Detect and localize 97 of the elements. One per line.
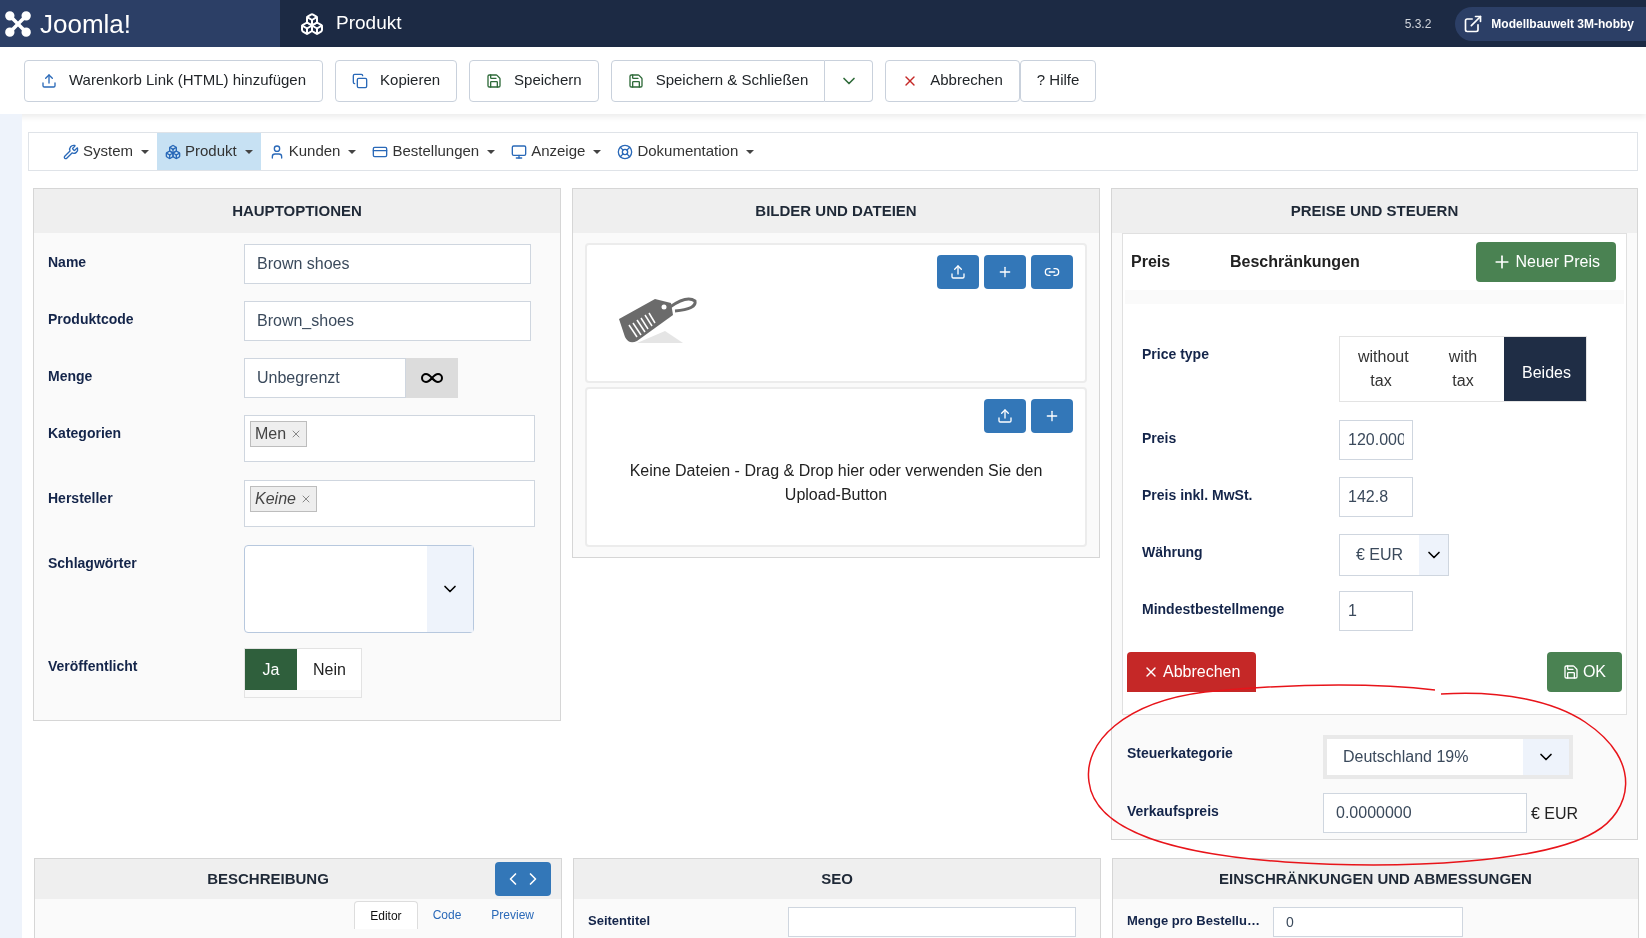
tax-select[interactable]: Deutschland 19% [1323,735,1573,779]
toolbar-button[interactable]: Warenkorb Link (HTML) hinzufügen [24,59,324,102]
menu-item[interactable]: Produkt [157,133,261,170]
new-price-button[interactable]: Neuer Preis [1475,242,1616,282]
multiselect-field[interactable] [244,545,474,633]
price-type-option[interactable]: Beides [1504,337,1586,401]
site-link[interactable]: Modellbauwelt 3M-hobby [1455,6,1646,41]
version-label: 5.3.2 [1404,15,1432,33]
tag-field[interactable]: Men [244,415,535,462]
caret-icon [746,149,755,154]
cancel-button[interactable]: Abbrechen [1127,652,1257,692]
panel-title: BILDER UND DATEIEN [755,200,917,221]
boxes-icon [300,11,324,36]
toggle-option[interactable]: Nein [297,649,361,690]
field-label: Kategorien [48,424,123,443]
ok-button[interactable]: OK [1546,652,1622,692]
upload-icon [950,264,966,280]
editor-tab[interactable]: Editor [354,901,418,929]
toolbar-button[interactable]: Speichern & Schließen [610,59,826,102]
price-field[interactable]: 142.8 [1339,477,1413,517]
upload-icon [41,72,57,89]
plus-icon [1044,408,1060,424]
toolbar-button[interactable]: Kopieren [335,59,458,102]
tab[interactable]: Preis [1131,250,1230,274]
plus-icon [997,264,1013,280]
panel-title: HAUPTOPTIONEN [232,200,362,221]
external-link-icon [1463,13,1484,34]
save-icon [1562,664,1579,680]
toolbar-button[interactable]: Speichern [469,59,599,102]
editor-tab[interactable]: Code [417,901,477,929]
lifebuoy-icon [617,143,634,160]
price-field[interactable]: 1 [1339,591,1413,631]
field-label: Preis inkl. MwSt. [1142,486,1254,505]
field-label: Menge [48,367,94,386]
tag-field[interactable]: Keine [244,480,535,527]
joomla-logo-icon [4,9,32,38]
currency-unit: € EUR [1531,804,1579,824]
panel-title: PREISE UND STEUERN [1290,200,1459,221]
empty-files-message: Keine Dateien - Drag & Drop hier oder verwenden Sie den Upload-Button [628,461,1044,505]
caret-icon [593,149,602,154]
field-label: Hersteller [48,489,114,508]
field-label: Name [48,253,88,272]
wrench-icon [63,143,79,160]
editor-tab[interactable]: Preview [476,901,549,929]
field-label: Price type [1142,345,1210,364]
caret-icon [244,149,253,154]
code-toggle-button[interactable] [495,862,551,896]
tag-chip: Keine [250,486,317,512]
upload-button[interactable] [984,399,1026,433]
menu-item[interactable]: Bestellungen [364,133,504,170]
save-icon [627,72,644,89]
infinity-button[interactable] [406,358,458,398]
field-label: Steuerkategorie [1127,744,1234,763]
menu-item[interactable]: Kunden [260,133,365,170]
text-field[interactable] [788,907,1076,937]
monitor-icon [511,143,528,160]
text-field[interactable]: Brown_shoes [244,301,531,341]
panel-title: EINSCHRÄNKUNGEN UND ABMESSUNGEN [1219,868,1532,889]
field-label: Verkaufspreis [1127,802,1220,821]
panel-title: BESCHREIBUNG [207,868,329,889]
field-label: Produktcode [48,310,135,329]
toolbar-button[interactable]: ? Hilfe [1019,59,1097,102]
save-icon [486,72,503,89]
currency-select[interactable]: € EUR [1339,534,1449,576]
toolbar-button[interactable]: Abbrechen [885,59,1020,102]
toggle-option[interactable]: Ja [245,649,297,690]
field-label: Veröffentlicht [48,657,139,676]
caret-icon [487,149,496,154]
select-value: € EUR [1355,545,1405,565]
field-label: Seitentitel [588,912,652,930]
link-button[interactable] [1031,255,1073,289]
field-label: Schlagwörter [48,554,138,573]
boxes-icon [165,143,181,160]
menu-item[interactable]: Dokumentation [609,133,763,170]
menu-item[interactable]: System [55,133,157,170]
add-button[interactable] [984,255,1026,289]
menu-item[interactable]: Anzeige [503,133,610,170]
field-label: Preis [1142,429,1178,448]
select-value: Deutschland 19% [1342,747,1470,767]
text-field[interactable]: Brown shoes [244,244,531,284]
copy-icon [352,72,369,89]
sale-price-field[interactable]: 0.0000000 [1323,793,1527,833]
quantity-field[interactable]: Unbegrenzt [244,358,406,398]
field-label: Währung [1142,543,1204,562]
field-label: Menge pro Bestellu… [1127,912,1261,930]
text-field[interactable]: 0 [1273,907,1463,937]
tab[interactable]: Beschränkungen [1230,250,1360,274]
panel-title: SEO [821,868,853,889]
brand-name: Joomla! [40,10,132,37]
add-button[interactable] [1031,399,1073,433]
caret-icon [348,149,357,154]
upload-icon [997,408,1013,424]
caret-icon [141,149,149,154]
page-title: Produkt [336,11,402,36]
upload-button[interactable] [937,255,979,289]
field-label: Mindestbestellmenge [1142,600,1286,619]
tag-chip: Men [250,421,308,447]
